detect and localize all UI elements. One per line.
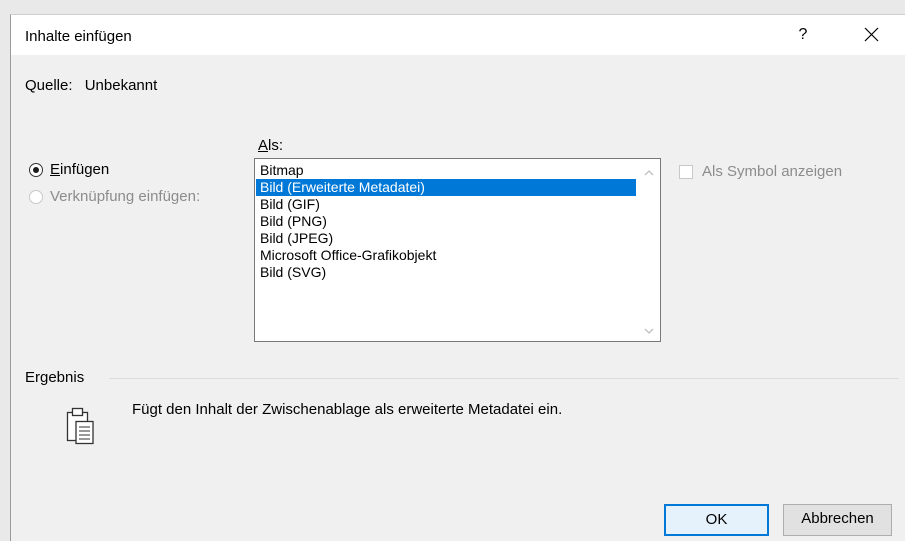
help-icon: ? <box>798 26 808 43</box>
paste-link-radio-option[interactable]: Verknüpfung einfügen: <box>29 188 200 205</box>
display-as-icon-label: Als Symbol anzeigen <box>702 163 843 180</box>
display-as-icon-option[interactable]: Als Symbol anzeigen <box>679 163 842 180</box>
as-label: Als: <box>258 137 284 154</box>
clipboard-icon <box>66 407 94 445</box>
list-item[interactable]: Bitmap <box>256 162 636 179</box>
paste-radio-label: Einfügen <box>50 161 110 178</box>
as-format-listbox[interactable]: Bitmap Bild (Erweiterte Metadatei) Bild (G… <box>254 158 661 342</box>
cancel-button[interactable]: Abbrechen <box>783 504 892 536</box>
source-label: Quelle: <box>25 77 73 94</box>
list-item[interactable]: Bild (JPEG) <box>256 230 636 247</box>
paste-radio[interactable] <box>29 162 43 177</box>
ok-button[interactable]: OK <box>664 504 769 536</box>
list-item[interactable]: Bild (Erweiterte Metadatei) <box>256 179 636 196</box>
dialog-title: Inhalte einfügen <box>25 28 132 45</box>
display-as-icon-checkbox[interactable] <box>679 164 693 179</box>
paste-link-radio[interactable] <box>29 189 43 204</box>
list-item[interactable]: Microsoft Office-Grafikobjekt <box>256 247 636 264</box>
list-item[interactable]: Bild (PNG) <box>256 213 636 230</box>
source-value: Unbekannt <box>84 77 158 94</box>
list-item[interactable]: Bild (SVG) <box>256 264 636 281</box>
close-button[interactable] <box>849 19 895 51</box>
scroll-down-icon[interactable] <box>642 325 656 337</box>
result-group-label: Ergebnis <box>25 369 85 386</box>
paste-special-dialog: Inhalte einfügen ? Quelle: Unbekannt Ein… <box>10 14 905 541</box>
paste-link-radio-label: Verknüpfung einfügen: <box>50 188 201 205</box>
scroll-up-icon[interactable] <box>642 167 656 179</box>
paste-radio-option[interactable]: Einfügen <box>29 161 109 178</box>
close-icon <box>864 27 879 42</box>
help-button[interactable]: ? <box>780 19 826 51</box>
result-group-divider <box>109 378 899 379</box>
title-bar: Inhalte einfügen ? <box>11 15 905 55</box>
list-item[interactable]: Bild (GIF) <box>256 196 636 213</box>
result-description: Fügt den Inhalt der Zwischenablage als e… <box>132 401 563 418</box>
list-items: Bitmap Bild (Erweiterte Metadatei) Bild (G… <box>256 162 636 281</box>
source-line: Quelle: Unbekannt <box>25 77 157 94</box>
